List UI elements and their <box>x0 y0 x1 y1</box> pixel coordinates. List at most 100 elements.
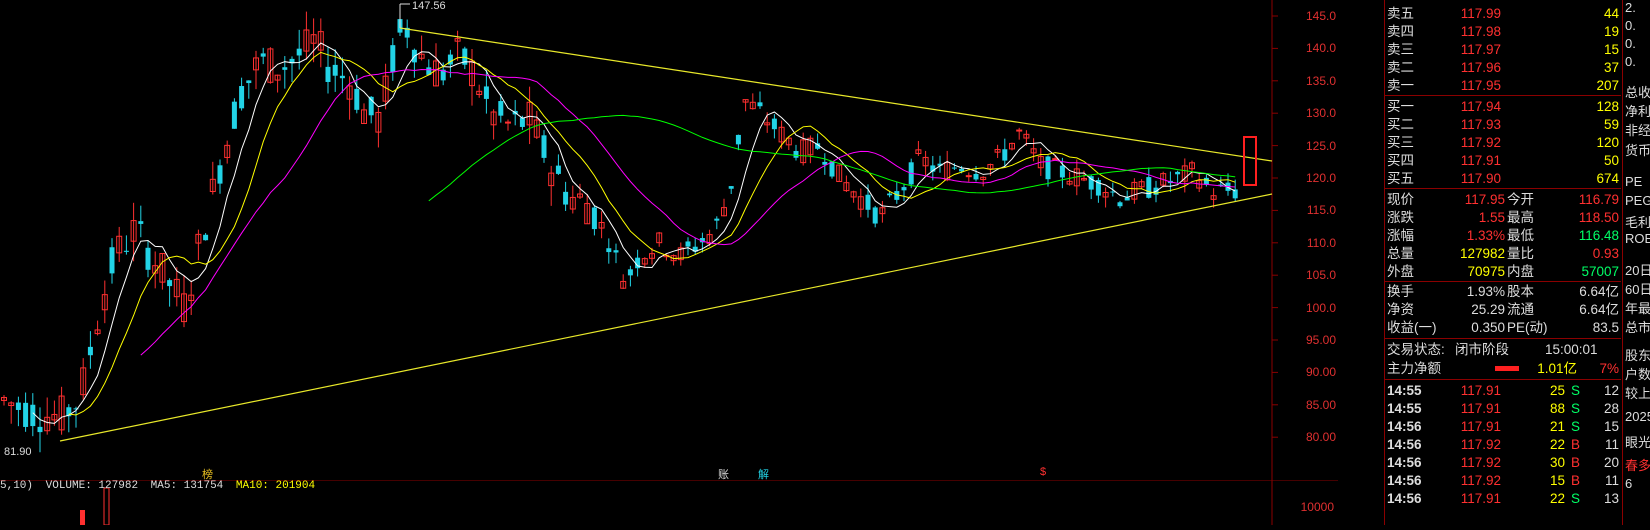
quote-row[interactable]: 外盘 70975 内盘 57007 <box>1385 262 1621 281</box>
ask-price: 117.97 <box>1460 42 1501 57</box>
bid-row[interactable]: 买三 117.92 120 <box>1385 133 1621 152</box>
f10-item[interactable]: 眼光 <box>1625 432 1650 451</box>
tick-row[interactable]: 14:56 117.92 22 B 11 <box>1385 435 1621 454</box>
bid-volume: 674 <box>1596 171 1619 186</box>
trade-status-row[interactable]: 交易状态: 闭市阶段 15:00:01 <box>1385 340 1621 359</box>
tick-price: 117.91 <box>1460 383 1501 398</box>
tick-side: S <box>1571 419 1581 434</box>
f10-item[interactable]: 0. <box>1625 54 1636 69</box>
candle-down <box>887 193 893 196</box>
tick-time: 14:56 <box>1387 473 1422 488</box>
ma5-line <box>32 42 1236 424</box>
ask-row[interactable]: 卖三 117.97 15 <box>1385 40 1621 59</box>
f10-item[interactable]: 总市 <box>1625 317 1650 336</box>
quote-row[interactable]: 换手 1.93% 股本 6.64亿 <box>1385 282 1621 301</box>
f10-item[interactable]: 2025 <box>1625 409 1650 424</box>
candle-down <box>30 404 36 427</box>
bid-label: 买一 <box>1387 99 1414 114</box>
f10-item[interactable]: 较上 <box>1625 383 1650 402</box>
bid-row[interactable]: 买一 117.94 128 <box>1385 97 1621 116</box>
tick-time: 14:55 <box>1387 401 1422 416</box>
quote-row[interactable]: 涨跌 1.55 最高 118.50 <box>1385 208 1621 227</box>
candle-down <box>865 194 871 210</box>
quote-value: 117.95 <box>1464 192 1505 207</box>
quote-value: 118.50 <box>1578 210 1619 225</box>
candle-down <box>246 80 252 84</box>
f10-item[interactable]: 0. <box>1625 18 1636 33</box>
f10-item[interactable]: PEG <box>1625 193 1650 208</box>
candle-down <box>339 75 345 79</box>
candle-down <box>498 101 504 116</box>
f10-item[interactable]: PE <box>1625 174 1642 189</box>
ask-volume: 15 <box>1603 42 1619 57</box>
quote-row[interactable]: 总量 127982 量比 0.93 <box>1385 244 1621 263</box>
tick-row[interactable]: 14:55 117.91 88 S 28 <box>1385 399 1621 418</box>
candle-down <box>829 161 835 177</box>
f10-item[interactable]: 2. <box>1625 0 1636 15</box>
f10-item[interactable]: 6 <box>1625 476 1632 491</box>
bid-row[interactable]: 买五 117.90 674 <box>1385 169 1621 188</box>
f10-item[interactable]: 户数 <box>1625 364 1650 383</box>
lower-trendline <box>59 193 1273 442</box>
quote-value: 116.48 <box>1578 228 1619 243</box>
low-price-label: 81.90 <box>4 446 32 458</box>
bid-row[interactable]: 买二 117.93 59 <box>1385 115 1621 134</box>
quote-row[interactable]: 现价 117.95 今开 116.79 <box>1385 190 1621 209</box>
kline-chart[interactable] <box>0 0 1338 480</box>
tick-row[interactable]: 14:56 117.92 15 B 11 <box>1385 471 1621 490</box>
f10-item[interactable]: 20日 <box>1625 260 1650 279</box>
ask-row[interactable]: 卖四 117.98 19 <box>1385 22 1621 41</box>
quote-value: 1.93% <box>1466 284 1505 299</box>
quote-row[interactable]: 收益(一) 0.350 PE(动) 83.5 <box>1385 318 1621 337</box>
ask-row[interactable]: 卖二 117.96 37 <box>1385 58 1621 77</box>
quote-label: 内盘 <box>1507 264 1534 279</box>
tick-row[interactable]: 14:56 117.91 21 S 15 <box>1385 417 1621 436</box>
f10-item[interactable]: 60日 <box>1625 279 1650 298</box>
tick-side: B <box>1571 437 1581 452</box>
f10-item[interactable]: 股东 <box>1625 345 1650 364</box>
tick-row[interactable]: 14:56 117.91 22 S 13 <box>1385 489 1621 508</box>
marker-dollar[interactable]: $ <box>1040 466 1046 478</box>
main-flow-label: 主力净额 <box>1387 361 1441 376</box>
candle-down <box>325 66 331 82</box>
tick-price: 117.92 <box>1460 455 1501 470</box>
tick-side: S <box>1571 491 1581 506</box>
bid-price: 117.90 <box>1460 171 1501 186</box>
quote-value: 6.64亿 <box>1579 302 1619 317</box>
ask-volume: 207 <box>1596 78 1619 93</box>
tick-row[interactable]: 14:55 117.91 25 S 12 <box>1385 381 1621 400</box>
price-axis-tick: 125.0 <box>1305 138 1336 153</box>
volume-ma10: MA10: 201904 <box>235 480 316 492</box>
candle-down <box>282 67 288 70</box>
candle-down <box>1117 202 1123 207</box>
main-flow-row[interactable]: 主力净额 1.01亿 7% <box>1385 359 1621 378</box>
bid-price: 117.91 <box>1460 153 1501 168</box>
tick-row[interactable]: 14:56 117.92 30 B 20 <box>1385 453 1621 472</box>
ask-row[interactable]: 卖一 117.95 207 <box>1385 76 1621 95</box>
tick-price: 117.92 <box>1460 473 1501 488</box>
ask-row[interactable]: 卖五 117.99 44 <box>1385 4 1621 23</box>
f10-item[interactable]: 非经 <box>1625 120 1650 139</box>
quote-row[interactable]: 涨幅 1.33% 最低 116.48 <box>1385 226 1621 245</box>
f10-item[interactable]: 毛利 <box>1625 212 1650 231</box>
f10-item[interactable]: 春多 <box>1625 455 1650 474</box>
price-axis-tick: 100.0 <box>1305 300 1336 315</box>
bid-row[interactable]: 买四 117.91 50 <box>1385 151 1621 170</box>
f10-item[interactable]: 年最 <box>1625 298 1650 317</box>
candle-down <box>87 346 93 356</box>
f10-item[interactable]: ROE <box>1625 231 1650 246</box>
f10-item[interactable]: 净利 <box>1625 101 1650 120</box>
candle-up <box>965 175 972 178</box>
tick-count: 13 <box>1603 491 1619 506</box>
volume-ma5: MA5: 131754 <box>150 480 224 492</box>
main-flow-bar <box>1495 366 1519 371</box>
quote-row[interactable]: 净资 25.29 流通 6.64亿 <box>1385 300 1621 319</box>
marker-jie[interactable]: 解 <box>758 466 769 482</box>
f10-item[interactable]: 总收 <box>1625 82 1650 101</box>
tick-time: 14:55 <box>1387 383 1422 398</box>
f10-item[interactable]: 0. <box>1625 36 1636 51</box>
ask-volume: 19 <box>1603 24 1619 39</box>
marker-zhang[interactable]: 账 <box>718 466 729 482</box>
volume-bar <box>80 510 85 525</box>
f10-item[interactable]: 货币 <box>1625 140 1650 159</box>
